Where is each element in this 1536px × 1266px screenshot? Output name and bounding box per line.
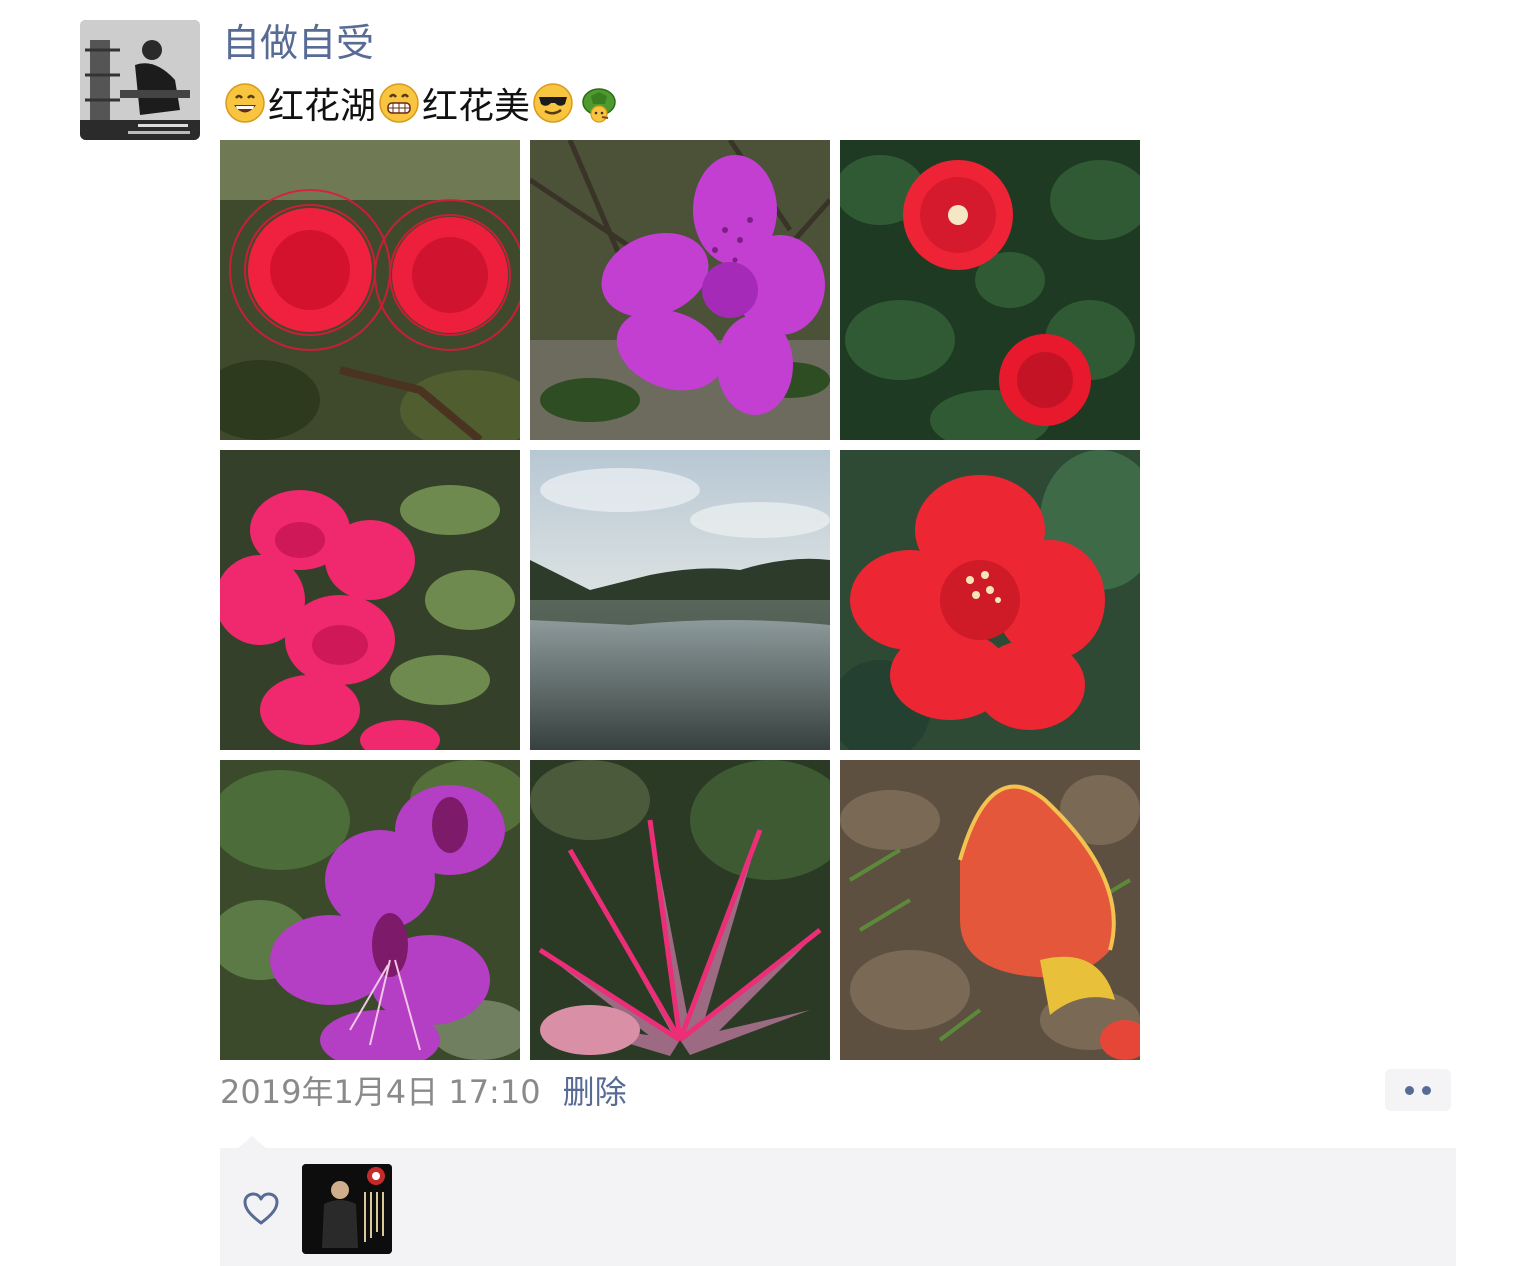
photo-red-hibiscus-closeup[interactable] — [840, 450, 1140, 750]
grinning-face-icon — [224, 82, 266, 124]
turtle-icon — [578, 82, 620, 124]
post-text-segment-1: 红花湖 — [268, 86, 377, 127]
likes-panel-caret — [238, 1136, 266, 1148]
author-name[interactable]: 自做自受 — [222, 18, 374, 68]
photo-pink-ti-plant[interactable] — [530, 760, 830, 1060]
photo-purple-azalea[interactable] — [530, 140, 830, 440]
photo-pink-bougainvillea[interactable] — [220, 450, 520, 750]
more-actions-button[interactable] — [1385, 1069, 1451, 1111]
delete-link[interactable]: 删除 — [563, 1067, 627, 1113]
photo-red-powderpuff[interactable] — [220, 140, 520, 440]
photo-red-hibiscus-bush[interactable] — [840, 140, 1140, 440]
photo-purple-orchid-tree[interactable] — [220, 760, 520, 1060]
photo-lake[interactable] — [530, 450, 830, 750]
sunglasses-face-icon — [532, 82, 574, 124]
photo-grid — [220, 140, 1140, 1060]
photo-fallen-red-flower[interactable] — [840, 760, 1140, 1060]
more-dot-icon — [1405, 1085, 1414, 1095]
post-meta: 2019年1月4日 17:10 删除 — [220, 1066, 627, 1114]
likes-panel — [220, 1148, 1456, 1266]
post-text-segment-2: 红花美 — [422, 86, 531, 127]
author-avatar[interactable] — [80, 20, 200, 140]
more-dot-icon — [1422, 1085, 1431, 1095]
post-text: 红花湖 红花美 — [222, 78, 622, 128]
post-timestamp: 2019年1月4日 17:10 — [220, 1073, 541, 1111]
heart-outline-icon — [243, 1192, 279, 1226]
liker-avatar[interactable] — [302, 1164, 392, 1254]
grinning-teeth-face-icon — [378, 82, 420, 124]
